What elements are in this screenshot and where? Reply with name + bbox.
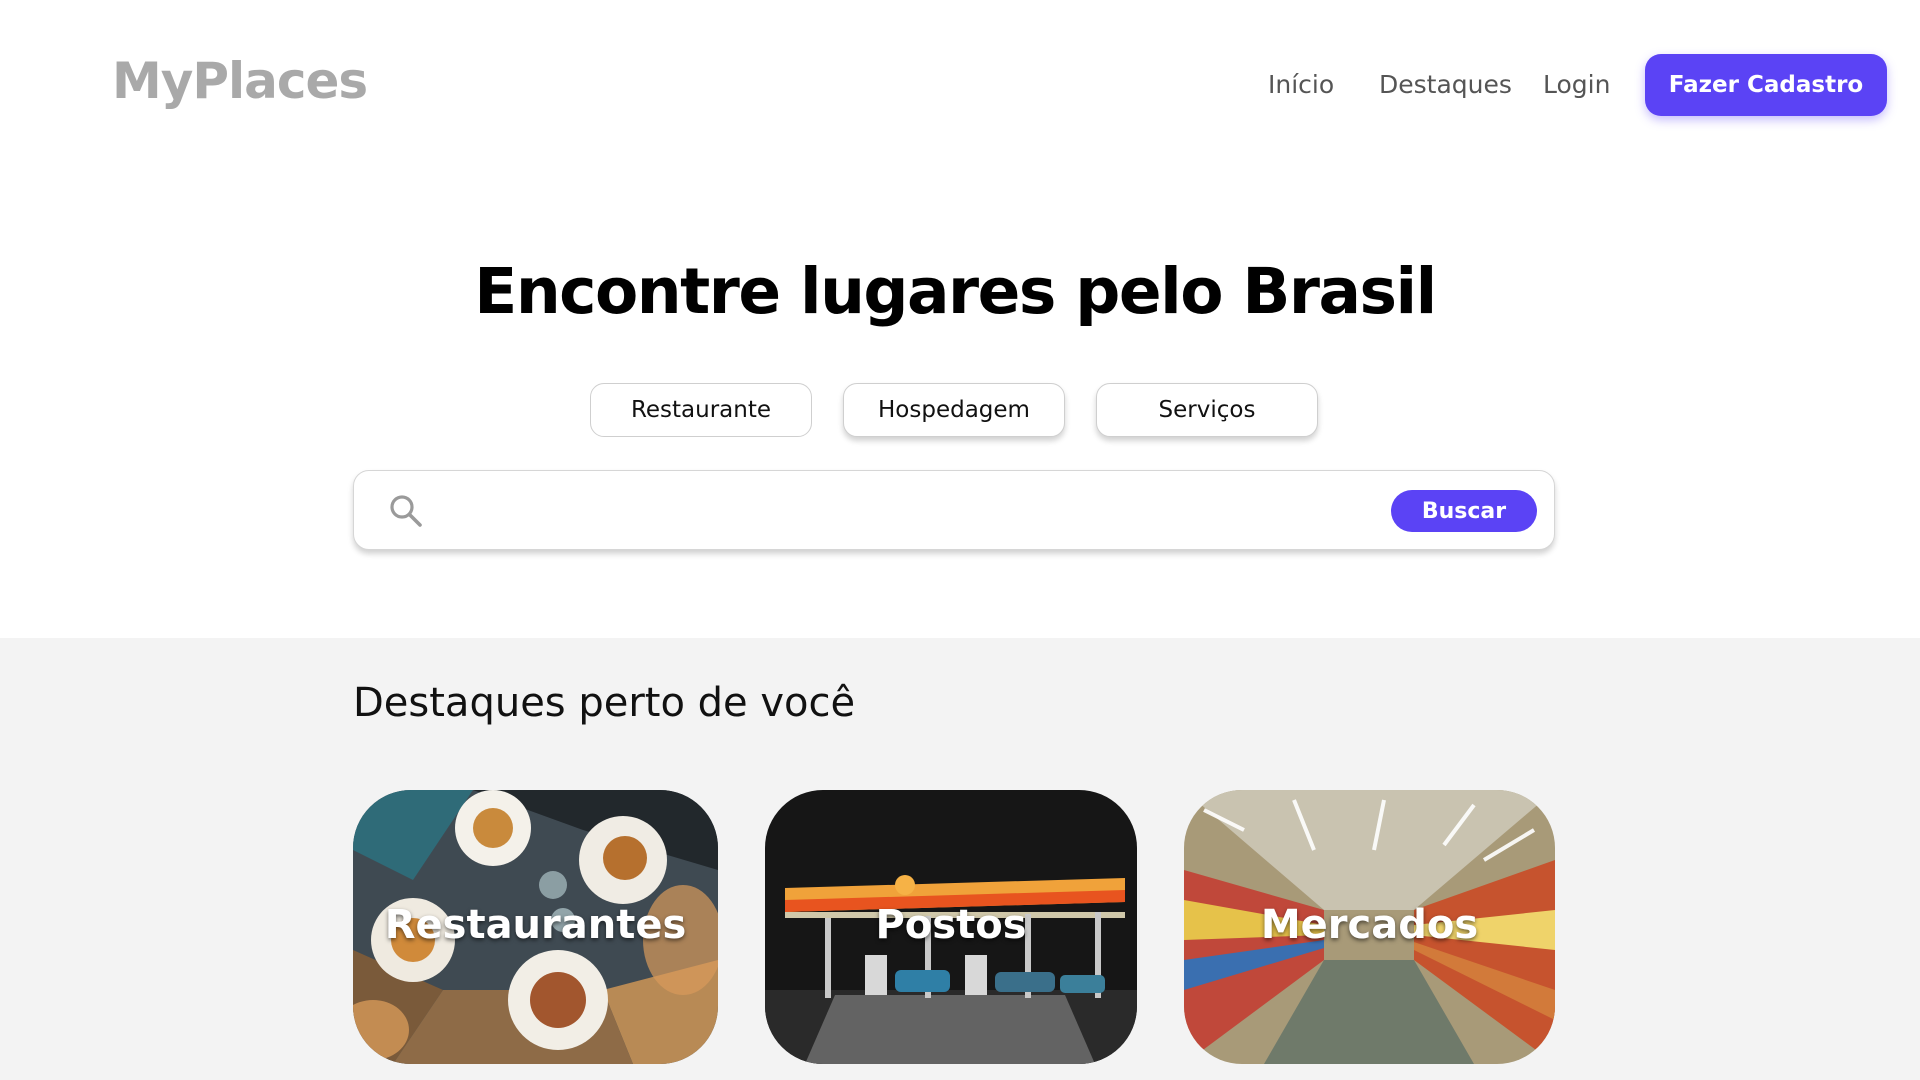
category-chip-hospedagem[interactable]: Hospedagem	[843, 383, 1065, 437]
category-chip-restaurante[interactable]: Restaurante	[590, 383, 812, 437]
category-filters: Restaurante Hospedagem Serviços	[0, 383, 1920, 439]
nav-link-destaques[interactable]: Destaques	[1379, 70, 1512, 99]
nav-link-login[interactable]: Login	[1543, 70, 1610, 99]
highlight-card-postos[interactable]: Postos	[765, 790, 1137, 1064]
top-navbar: MyPlaces Início Destaques Login Fazer Ca…	[0, 0, 1920, 170]
highlight-card-restaurantes[interactable]: Restaurantes	[353, 790, 718, 1064]
nav-link-inicio[interactable]: Início	[1268, 70, 1334, 99]
highlights-section: Destaques perto de você Restaurantes Pos…	[0, 638, 1920, 1080]
card-label: Postos	[875, 902, 1027, 948]
category-chip-servicos[interactable]: Serviços	[1096, 383, 1318, 437]
search-button[interactable]: Buscar	[1391, 490, 1537, 532]
search-icon	[390, 495, 422, 527]
card-label: Mercados	[1260, 902, 1479, 948]
search-input[interactable]	[444, 485, 1324, 535]
signup-button[interactable]: Fazer Cadastro	[1645, 54, 1887, 116]
hero-title: Encontre lugares pelo Brasil	[474, 255, 1437, 328]
search-bar: Buscar	[353, 470, 1555, 550]
page: MyPlaces Início Destaques Login Fazer Ca…	[0, 0, 1920, 1080]
highlight-card-mercados[interactable]: Mercados	[1184, 790, 1555, 1064]
section-title: Destaques perto de você	[353, 680, 856, 726]
logo[interactable]: MyPlaces	[112, 52, 368, 110]
card-label: Restaurantes	[384, 902, 687, 948]
